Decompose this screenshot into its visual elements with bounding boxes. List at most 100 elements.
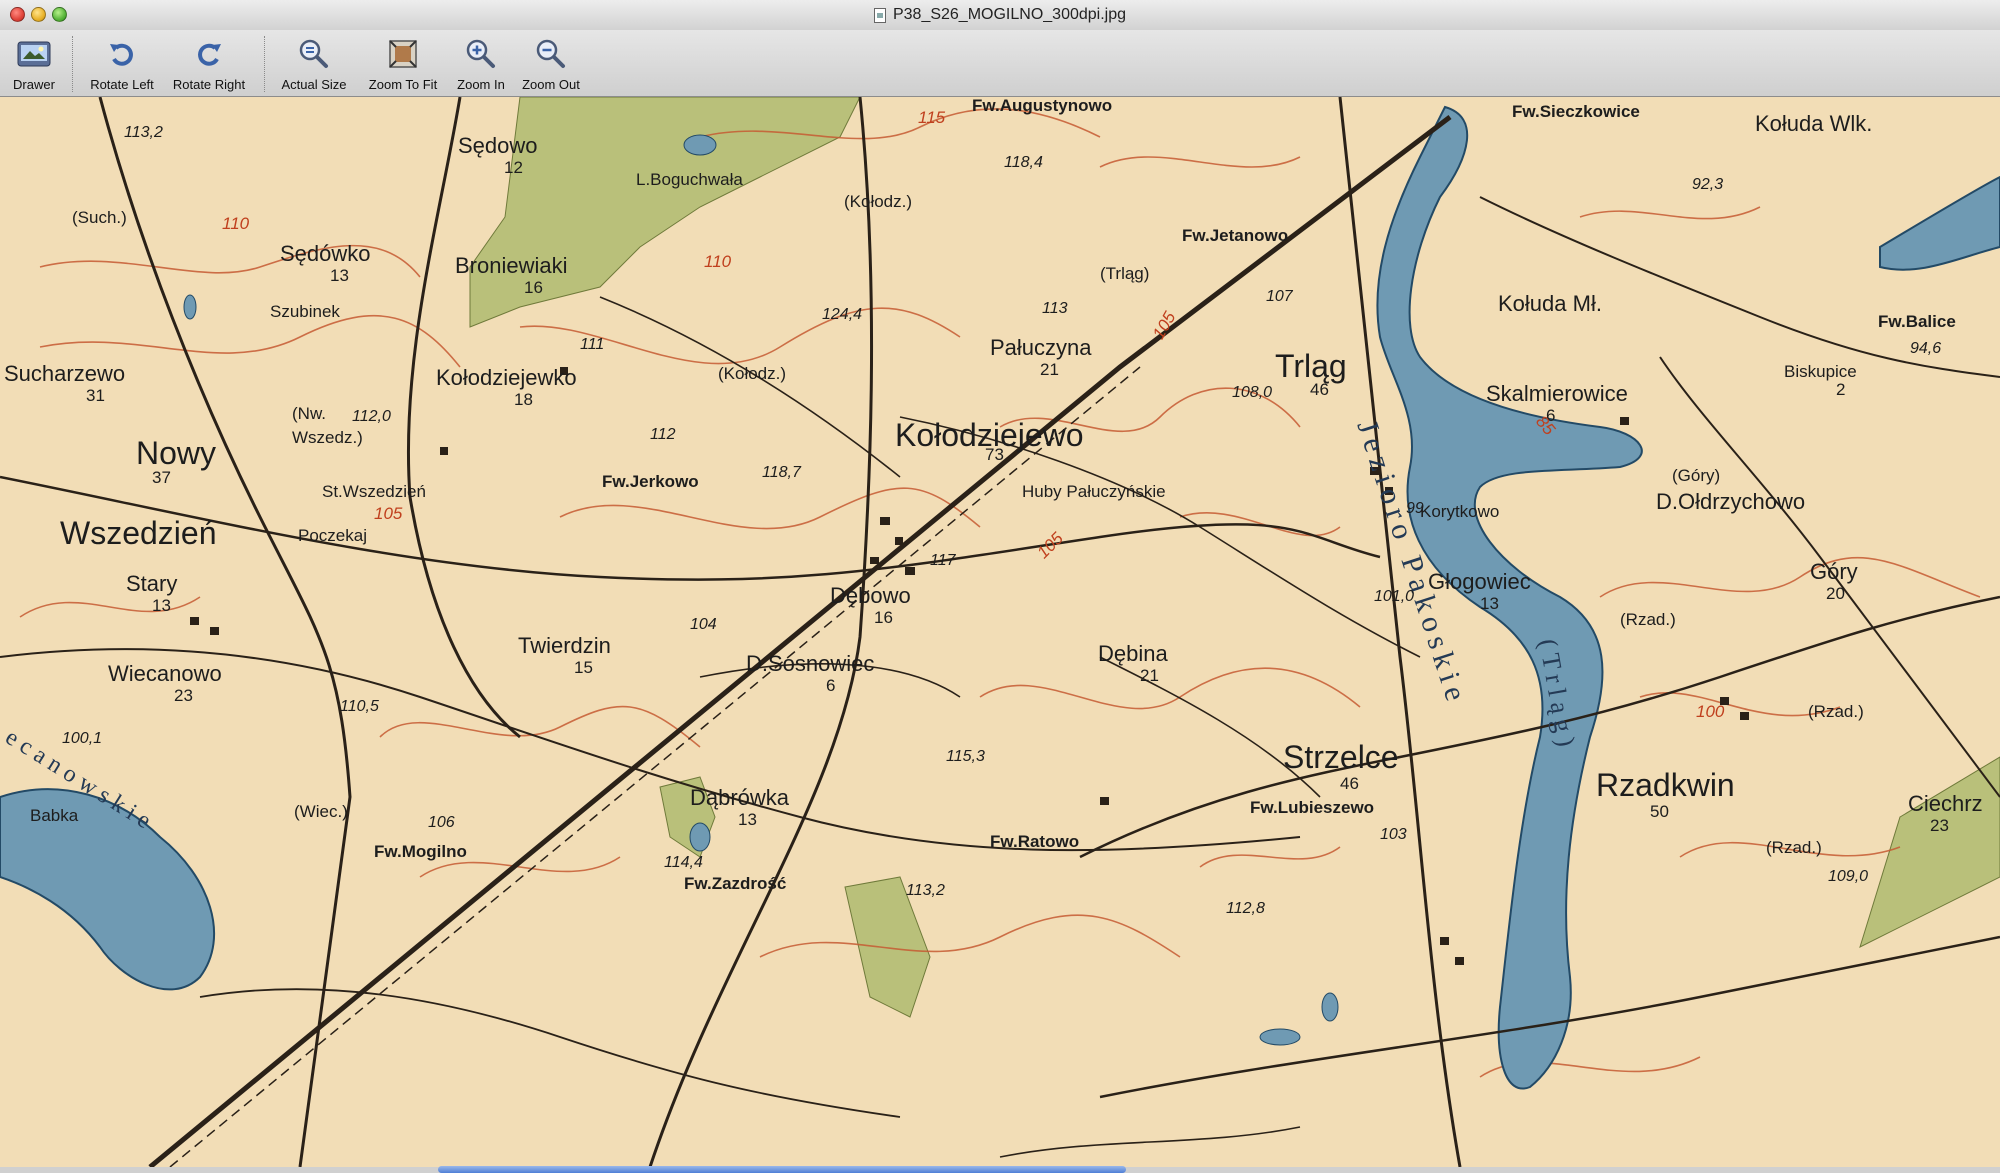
map-label: L.Boguchwała: [636, 170, 743, 189]
contour-label: 105: [374, 504, 403, 523]
population-label: 37: [152, 468, 171, 487]
town-label: Twierdzin: [518, 633, 611, 658]
elevation-label: 99: [1406, 500, 1424, 517]
map-label: (Rzad.): [1766, 838, 1822, 857]
farm-label: Fw.Jerkowo: [602, 472, 699, 491]
farm-label: Fw.Jetanowo: [1182, 226, 1289, 245]
zoom-to-fit-button[interactable]: Zoom To Fit: [360, 34, 446, 94]
elevation-label: 118,7: [762, 464, 801, 481]
title-bar: P38_S26_MOGILNO_300dpi.jpg: [0, 0, 2000, 31]
town-label: Wszedzień: [60, 515, 217, 551]
town-label: Ciechrz: [1908, 791, 1983, 816]
zoom-in-icon: [461, 34, 501, 74]
town-label: Nowy: [136, 435, 217, 471]
farm-label: Fw.Augustynowo: [972, 97, 1113, 115]
zoom-in-button[interactable]: Zoom In: [452, 34, 510, 94]
town-label: Kołuda Mł.: [1498, 291, 1602, 316]
population-label: 13: [330, 266, 349, 285]
elevation-label: 124,4: [822, 306, 863, 323]
population-label: 13: [738, 810, 757, 829]
town-label: D.Sosnowiec: [746, 651, 875, 676]
town-label: Stary: [126, 571, 178, 596]
elevation-label: 113,2: [906, 882, 945, 899]
elevation-label: 110,5: [340, 698, 379, 715]
population-label: 12: [504, 158, 523, 177]
town-label: Wiecanowo: [108, 661, 222, 686]
town-label: Sucharzewo: [4, 361, 126, 386]
elevation-label: 113,2: [124, 124, 163, 141]
map-label: (Such.): [72, 208, 127, 227]
image-viewer[interactable]: Kołodziejewo 73 Wszedzień Trląg 46 Strze…: [0, 97, 2000, 1167]
toolbar-separator: [264, 36, 265, 92]
town-label: Kołuda Wlk.: [1755, 111, 1873, 136]
elevation-label: 103: [1380, 826, 1407, 843]
contour-label: 110: [222, 214, 250, 233]
actual-size-label: Actual Size: [281, 77, 347, 92]
elevation-label: 108,0: [1232, 384, 1273, 401]
contour-label: 110: [704, 252, 732, 271]
drawer-icon: [14, 34, 54, 74]
town-label: Trląg: [1275, 348, 1347, 384]
map-label: (Nw.: [292, 404, 326, 423]
window-title-text: P38_S26_MOGILNO_300dpi.jpg: [892, 6, 1127, 23]
rotate-right-icon: [189, 34, 229, 74]
farm-label: Fw.Sieczkowice: [1512, 102, 1640, 121]
population-label: 21: [1140, 666, 1159, 685]
rotate-left-icon: [102, 34, 142, 74]
town-label: Sędowo: [458, 133, 538, 158]
population-label: 16: [524, 278, 543, 297]
elevation-label: 113: [1042, 300, 1068, 317]
rotate-left-label: Rotate Left: [90, 77, 154, 92]
drawer-label: Drawer: [13, 77, 55, 92]
zoom-to-fit-icon: [383, 34, 423, 74]
population-label: 15: [574, 658, 593, 677]
elevation-label: 114,4: [664, 854, 703, 871]
scrollbar-thumb[interactable]: [438, 1166, 1126, 1173]
zoom-out-button[interactable]: Zoom Out: [516, 34, 586, 94]
document-icon: [873, 7, 886, 23]
town-label: Głogowiec: [1428, 569, 1531, 594]
town-label: Kołodziejewko: [436, 365, 577, 390]
actual-size-button[interactable]: Actual Size: [276, 34, 352, 94]
elevation-label: 107: [1266, 288, 1293, 305]
town-label: Dębina: [1098, 641, 1168, 666]
map-label: Szubinek: [270, 302, 340, 321]
population-label: 50: [1650, 802, 1669, 821]
population-label: 46: [1340, 774, 1359, 793]
farm-label: Fw.Balice: [1878, 312, 1956, 331]
farm-label: Fw.Ratowo: [990, 832, 1080, 851]
town-label: Strzelce: [1283, 739, 1399, 775]
town-label: Skalmierowice: [1486, 381, 1628, 406]
population-label: 31: [86, 386, 105, 405]
town-label: Pałuczyna: [990, 335, 1092, 360]
town-label: Dąbrówka: [690, 785, 790, 810]
contour-label: 115: [918, 108, 946, 127]
map-label: (Trląg): [1100, 264, 1150, 283]
farm-label: Fw.Mogilno: [374, 842, 467, 861]
window-title: P38_S26_MOGILNO_300dpi.jpg: [0, 0, 2000, 30]
elevation-label: 117: [930, 552, 956, 569]
population-label: 16: [874, 608, 893, 627]
population-label: 13: [152, 596, 171, 615]
drawer-button[interactable]: Drawer: [6, 34, 62, 94]
elevation-label: 106: [428, 814, 455, 831]
population-label: 18: [514, 390, 533, 409]
farm-label: Fw.Zazdrość: [684, 874, 787, 893]
elevation-label: 112: [650, 426, 676, 443]
map-label: (Kołodz.): [718, 364, 787, 383]
zoom-out-label: Zoom Out: [522, 77, 580, 92]
elevation-label: 100,1: [62, 730, 103, 747]
elevation-label: 112,8: [1226, 900, 1265, 917]
rotate-right-button[interactable]: Rotate Right: [168, 34, 250, 94]
population-label: 21: [1040, 360, 1059, 379]
town-label: Rzadkwin: [1596, 767, 1735, 803]
town-label: D.Ołdrzychowo: [1656, 489, 1806, 514]
map-label: (Rzad.): [1808, 702, 1864, 721]
zoom-to-fit-label: Zoom To Fit: [368, 77, 438, 92]
map-label: (Kołodz.): [844, 192, 913, 211]
rotate-left-button[interactable]: Rotate Left: [84, 34, 160, 94]
population-label: 23: [174, 686, 193, 705]
map-label: Biskupice: [1784, 362, 1857, 381]
elevation-label: 109,0: [1828, 868, 1869, 885]
zoom-in-label: Zoom In: [457, 77, 505, 92]
